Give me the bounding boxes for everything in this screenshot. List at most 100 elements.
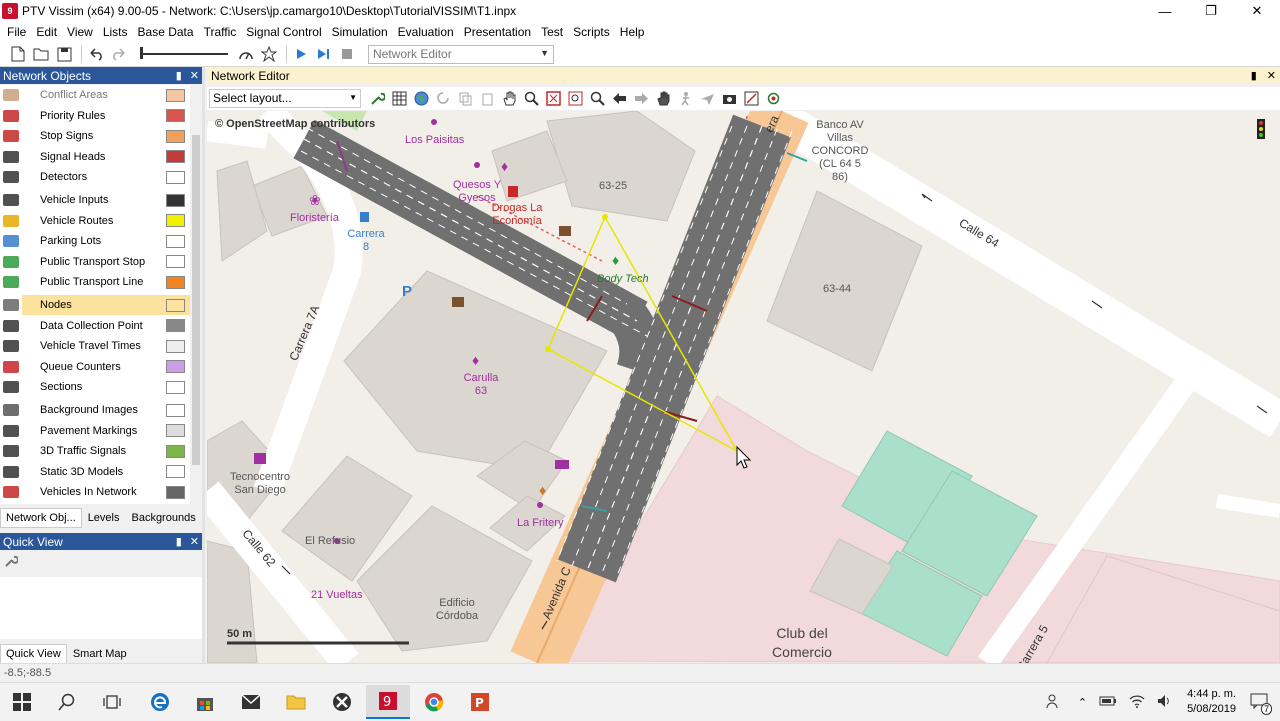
mail-icon[interactable] — [229, 685, 273, 719]
network-object-queue-counters[interactable]: Queue Counters — [0, 356, 190, 377]
battery-icon[interactable] — [1099, 695, 1117, 709]
notification-icon[interactable]: 7 — [1250, 693, 1272, 715]
connector[interactable] — [609, 302, 662, 378]
restore-button[interactable]: ❐ — [1188, 0, 1234, 22]
network-object-color-swatch[interactable] — [166, 424, 185, 438]
network-object-vehicles-in-network[interactable]: Vehicles In Network — [0, 482, 190, 503]
close-icon[interactable]: ✕ — [190, 535, 199, 548]
tool-settings-icon[interactable] — [741, 89, 762, 109]
pin-icon[interactable]: ▮ — [176, 535, 182, 548]
network-object-stop-signs[interactable]: Stop Signs — [0, 126, 190, 147]
tab-levels[interactable]: Levels — [82, 508, 126, 528]
menu-lists[interactable]: Lists — [98, 25, 133, 39]
menu-evaluation[interactable]: Evaluation — [393, 25, 459, 39]
windows-start-icon[interactable] — [0, 685, 44, 719]
close-window-button[interactable]: ✕ — [1234, 0, 1280, 22]
menu-scripts[interactable]: Scripts — [568, 25, 615, 39]
network-object-background-images[interactable]: Background Images — [0, 400, 190, 420]
network-object-color-swatch[interactable] — [166, 170, 185, 184]
copy-icon[interactable] — [455, 89, 476, 109]
network-object-color-swatch[interactable] — [166, 214, 185, 228]
play-icon[interactable] — [291, 44, 311, 64]
network-object-priority-rules[interactable]: Priority Rules — [0, 105, 190, 126]
previous-view-icon[interactable] — [609, 89, 630, 109]
clock[interactable]: 4:44 p. m. 5/08/2019 — [1187, 687, 1236, 717]
network-map-canvas[interactable]: ❀ P ♦ ♦ ♦ ♦ © OpenStreetMap contributors… — [207, 111, 1280, 663]
search-icon[interactable] — [45, 685, 89, 719]
chrome-icon[interactable] — [412, 685, 456, 719]
next-view-icon[interactable] — [631, 89, 652, 109]
network-object-color-swatch[interactable] — [166, 339, 185, 353]
network-object-static-3d-models[interactable]: Static 3D Models — [0, 461, 190, 482]
3d-mode-icon[interactable] — [763, 89, 784, 109]
pan-hand-icon[interactable] — [499, 89, 520, 109]
delete-icon[interactable] — [477, 89, 498, 109]
network-object-parking-lots[interactable]: Parking Lots — [0, 231, 190, 252]
xbox-icon[interactable] — [320, 685, 364, 719]
zoom-window-icon[interactable] — [565, 89, 586, 109]
network-object-color-swatch[interactable] — [166, 109, 185, 123]
grid-icon[interactable] — [389, 89, 410, 109]
network-object-color-swatch[interactable] — [166, 234, 185, 248]
new-file-icon[interactable] — [8, 44, 28, 64]
network-object-signal-heads[interactable]: Signal Heads — [0, 146, 190, 167]
minimize-button[interactable]: — — [1142, 0, 1188, 22]
undo-icon[interactable] — [86, 44, 106, 64]
network-objects-scrollbar[interactable] — [190, 85, 202, 504]
pin-icon[interactable]: ▮ — [1251, 69, 1257, 82]
layout-select[interactable]: Select layout... ▼ — [209, 89, 361, 108]
network-object-color-swatch[interactable] — [166, 444, 185, 458]
network-object-public-transport-stop[interactable]: Public Transport Stop — [0, 251, 190, 272]
plane-tool-icon[interactable] — [697, 89, 718, 109]
network-object-nodes[interactable]: Nodes — [0, 295, 190, 315]
network-object-color-swatch[interactable] — [166, 275, 185, 289]
network-object-vehicle-travel-times[interactable]: Vehicle Travel Times — [0, 336, 190, 357]
network-object-color-swatch[interactable] — [166, 360, 185, 374]
store-icon[interactable] — [183, 685, 227, 719]
menu-help[interactable]: Help — [615, 25, 650, 39]
network-object-color-swatch[interactable] — [166, 88, 185, 102]
redo-icon[interactable] — [109, 44, 129, 64]
people-icon[interactable] — [1046, 693, 1062, 712]
zoom-extent-icon[interactable] — [543, 89, 564, 109]
menu-test[interactable]: Test — [536, 25, 568, 39]
screenshot-icon[interactable] — [719, 89, 740, 109]
save-icon[interactable] — [54, 44, 74, 64]
pin-icon[interactable]: ▮ — [176, 69, 182, 82]
rotate-icon[interactable] — [433, 89, 454, 109]
speed-gauge-icon[interactable] — [236, 44, 256, 64]
network-object-public-transport-line[interactable]: Public Transport Line — [0, 272, 190, 293]
network-object-color-swatch[interactable] — [166, 485, 185, 499]
wifi-icon[interactable] — [1129, 694, 1145, 711]
zoom-icon[interactable] — [521, 89, 542, 109]
volume-icon[interactable] — [1157, 694, 1173, 711]
zoom-out-icon[interactable] — [587, 89, 608, 109]
menu-signal-control[interactable]: Signal Control — [241, 25, 326, 39]
network-object-color-swatch[interactable] — [166, 403, 185, 417]
tab-smart-map[interactable]: Smart Map — [67, 644, 133, 664]
pedestrian-tool-icon[interactable] — [675, 89, 696, 109]
menu-presentation[interactable]: Presentation — [459, 25, 536, 39]
network-object-pavement-markings[interactable]: Pavement Markings — [0, 420, 190, 441]
tab-quick-view[interactable]: Quick View — [0, 644, 67, 664]
network-object-vehicle-routes[interactable]: Vehicle Routes — [0, 210, 190, 231]
menu-edit[interactable]: Edit — [31, 25, 62, 39]
edit-graphic-params-icon[interactable] — [367, 89, 388, 109]
network-object-color-swatch[interactable] — [166, 150, 185, 164]
settings-star-icon[interactable] — [259, 44, 279, 64]
menu-traffic[interactable]: Traffic — [199, 25, 242, 39]
network-object-3d-traffic-signals[interactable]: 3D Traffic Signals — [0, 441, 190, 462]
menu-simulation[interactable]: Simulation — [327, 25, 393, 39]
stop-icon[interactable] — [337, 44, 357, 64]
open-folder-icon[interactable] — [31, 44, 51, 64]
powerpoint-icon[interactable]: P — [458, 685, 502, 719]
network-object-color-swatch[interactable] — [166, 319, 185, 333]
task-view-icon[interactable] — [90, 685, 134, 719]
network-object-data-collection-point[interactable]: Data Collection Point — [0, 315, 190, 336]
background-map-icon[interactable] — [411, 89, 432, 109]
network-object-color-swatch[interactable] — [166, 255, 185, 269]
network-object-color-swatch[interactable] — [166, 129, 185, 143]
network-object-sections[interactable]: Sections — [0, 377, 190, 398]
tab-backgrounds[interactable]: Backgrounds — [125, 508, 201, 528]
tab-network-objects[interactable]: Network Obj... — [0, 508, 82, 528]
